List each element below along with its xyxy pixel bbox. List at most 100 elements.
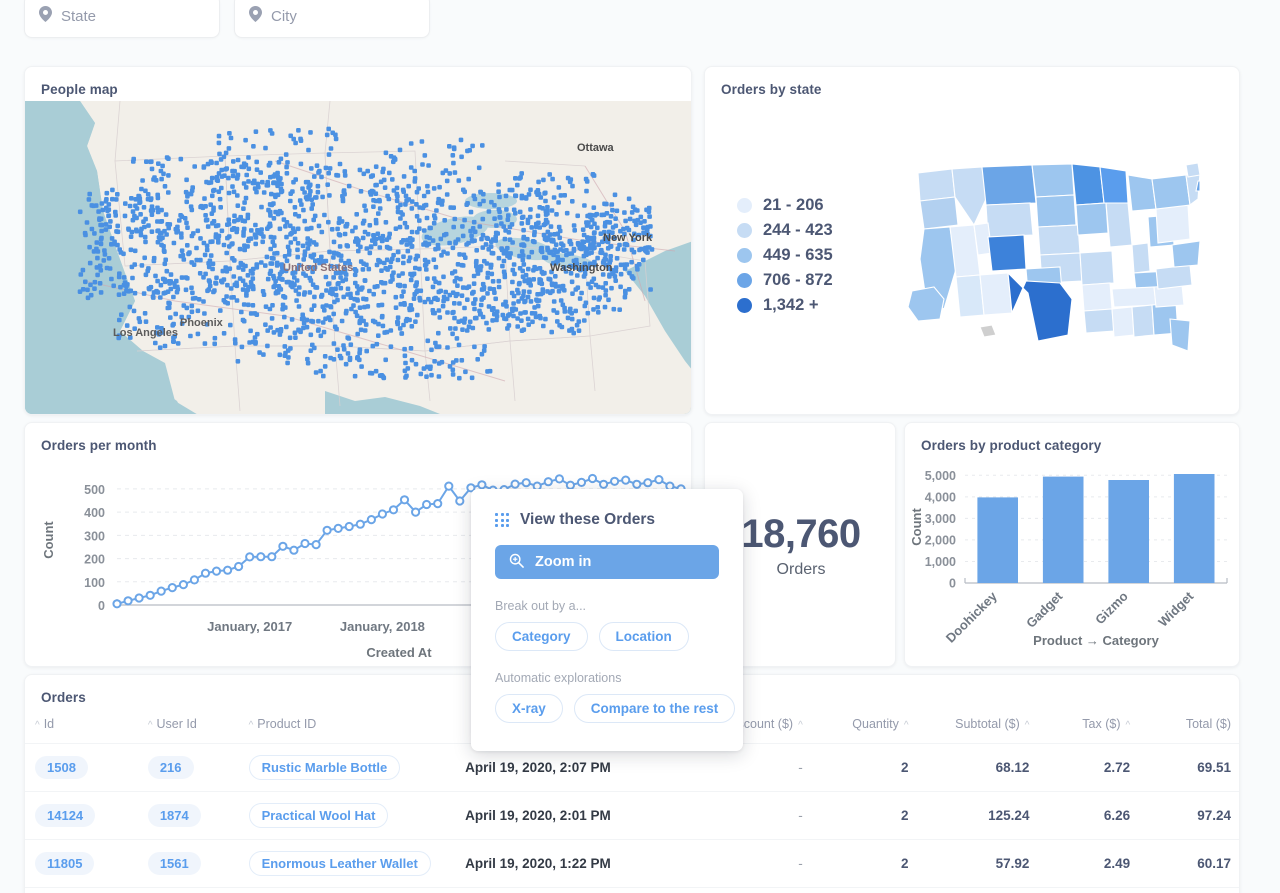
svg-text:Count: Count xyxy=(41,521,56,559)
svg-text:Ottawa: Ottawa xyxy=(577,142,615,154)
cell-product[interactable]: Enormous Cotton Pants xyxy=(238,887,456,893)
zoom-in-label: Zoom in xyxy=(535,554,592,570)
table-header-label: Quantity xyxy=(852,717,899,731)
legend-swatch xyxy=(737,248,752,263)
people-map-canvas[interactable]: Los Angeles Phoenix United States Ottawa… xyxy=(25,101,691,414)
table-header-product-id[interactable]: ^ Product ID xyxy=(239,709,456,744)
table-body: 1508 216 Rustic Marble Bottle April 19, 202… xyxy=(25,743,1239,893)
legend-item[interactable]: 706 - 872 xyxy=(737,268,833,293)
legend-swatch xyxy=(737,298,752,313)
table-header-id[interactable]: ^ Id xyxy=(25,709,138,744)
filter-city-label: City xyxy=(271,7,297,25)
id-pill[interactable]: 1874 xyxy=(147,804,201,827)
cell-subtotal: 125.24 xyxy=(918,791,1040,840)
svg-text:3,000: 3,000 xyxy=(925,512,956,526)
filter-state[interactable]: State xyxy=(24,0,220,38)
svg-text:300: 300 xyxy=(84,529,105,543)
table-header-tax[interactable]: Tax ($) ^ xyxy=(1039,709,1140,744)
cell-discount: - xyxy=(696,839,813,888)
id-pill[interactable]: 216 xyxy=(147,756,194,779)
cell-id[interactable]: 14124 xyxy=(25,791,138,840)
cell-tax: 2.49 xyxy=(1039,839,1141,888)
map-pin-icon xyxy=(249,5,262,27)
table-row[interactable]: 14124 1874 Practical Wool Hat April 19, 202… xyxy=(25,791,1239,840)
cell-user-id[interactable]: 1417 xyxy=(137,887,239,893)
cell-user-id[interactable]: 216 xyxy=(137,743,239,792)
table-row[interactable]: 107531417Enormous Cotton PantsApril 19, … xyxy=(25,887,1239,893)
drill-through-popup[interactable]: View these Orders Zoom in Break out by a… xyxy=(471,489,743,751)
cell-product[interactable]: Practical Wool Hat xyxy=(238,791,456,840)
orders-by-state-card[interactable]: Orders by state 21 - 206 244 - 423 449 -… xyxy=(704,66,1240,415)
zoom-in-button[interactable]: Zoom in xyxy=(495,545,719,579)
id-pill[interactable]: 1561 xyxy=(147,852,201,875)
cell-quantity: 2 xyxy=(812,839,919,888)
product-pill[interactable]: Enormous Leather Wallet xyxy=(248,851,431,876)
id-pill[interactable]: 14124 xyxy=(35,804,96,827)
product-pill[interactable]: Practical Wool Hat xyxy=(248,803,389,828)
cell-discount: - xyxy=(696,887,813,893)
svg-text:Washington: Washington xyxy=(550,262,613,274)
legend-item[interactable]: 21 - 206 xyxy=(737,193,833,218)
legend-item[interactable]: 1,342 + xyxy=(737,293,833,318)
table-header-user-id[interactable]: ^ User Id xyxy=(138,709,239,744)
choropleth-map[interactable] xyxy=(900,159,1201,354)
cell-created-at: April 19, 2020, 1:22 PM xyxy=(455,839,697,888)
grid-icon xyxy=(495,513,509,527)
legend-swatch xyxy=(737,223,752,238)
table-header-quantity[interactable]: Quantity ^ xyxy=(813,709,919,744)
orders-by-category-card[interactable]: Orders by product category 0 1,000 2,000 3,… xyxy=(904,422,1240,667)
orders-count-value: 18,760 xyxy=(741,512,861,556)
table-header-total[interactable]: Total ($) xyxy=(1140,709,1239,744)
svg-text:5,000: 5,000 xyxy=(925,469,956,483)
cell-id[interactable]: 1508 xyxy=(25,743,138,792)
exploration-option-compare[interactable]: Compare to the rest xyxy=(573,694,736,723)
table-header-label: User Id xyxy=(156,717,197,731)
svg-text:2,000: 2,000 xyxy=(925,533,956,547)
cell-tax: 6.26 xyxy=(1039,791,1141,840)
legend-item[interactable]: 244 - 423 xyxy=(737,218,833,243)
breakout-option-category[interactable]: Category xyxy=(495,622,588,651)
cell-id[interactable]: 11805 xyxy=(25,839,138,888)
svg-text:United States: United States xyxy=(283,262,353,274)
choropleth-svg xyxy=(907,162,1201,352)
cell-user-id[interactable]: 1561 xyxy=(137,839,239,888)
zoom-in-icon xyxy=(509,553,524,572)
people-map-title: People map xyxy=(41,82,118,97)
bar-chart[interactable]: 0 1,000 2,000 3,000 4,000 5,000 Doohickey Gadge… xyxy=(905,453,1241,668)
legend-item[interactable]: 449 - 635 xyxy=(737,243,833,268)
table-header-label: Id xyxy=(43,717,55,731)
cell-tax: 0 xyxy=(1039,887,1141,893)
sort-caret-icon: ^ xyxy=(1024,720,1030,731)
legend-label: 449 - 635 xyxy=(763,246,833,264)
legend-label: 244 - 423 xyxy=(763,221,833,239)
map-pin-icon xyxy=(39,5,52,27)
cell-user-id[interactable]: 1874 xyxy=(137,791,239,840)
cell-id[interactable]: 10753 xyxy=(25,887,138,893)
filter-bar: State City xyxy=(24,0,430,38)
cell-product[interactable]: Rustic Marble Bottle xyxy=(238,743,456,792)
orders-per-month-title: Orders per month xyxy=(41,438,157,453)
table-row[interactable]: 11805 1561 Enormous Leather Wallet April 19… xyxy=(25,839,1239,888)
cell-product[interactable]: Enormous Leather Wallet xyxy=(238,839,456,888)
cell-subtotal: 126.20 xyxy=(918,887,1040,893)
table-header-subtotal[interactable]: Subtotal ($) ^ xyxy=(919,709,1040,744)
svg-text:0: 0 xyxy=(949,577,956,591)
cell-total: 97.24 xyxy=(1140,791,1239,840)
legend-label: 1,342 + xyxy=(763,296,819,314)
id-pill[interactable]: 11805 xyxy=(35,852,95,875)
cell-created-at: April 19, 2020, 11:06 AM xyxy=(455,887,697,893)
exploration-option-xray[interactable]: X-ray xyxy=(495,694,563,723)
svg-text:1,000: 1,000 xyxy=(925,555,956,569)
svg-text:Los Angeles: Los Angeles xyxy=(113,327,178,339)
product-pill[interactable]: Rustic Marble Bottle xyxy=(248,755,401,780)
svg-text:400: 400 xyxy=(84,506,105,520)
svg-text:500: 500 xyxy=(84,483,105,497)
svg-text:New York: New York xyxy=(603,232,653,244)
cell-quantity: 2 xyxy=(812,791,919,840)
people-map-card[interactable]: People map Los Angeles Phoenix United St… xyxy=(24,66,692,415)
id-pill[interactable]: 1508 xyxy=(35,756,88,779)
filter-city[interactable]: City xyxy=(234,0,430,38)
svg-text:4,000: 4,000 xyxy=(925,490,956,504)
table-header-label: Total ($) xyxy=(1185,717,1231,731)
breakout-option-location[interactable]: Location xyxy=(598,622,689,651)
